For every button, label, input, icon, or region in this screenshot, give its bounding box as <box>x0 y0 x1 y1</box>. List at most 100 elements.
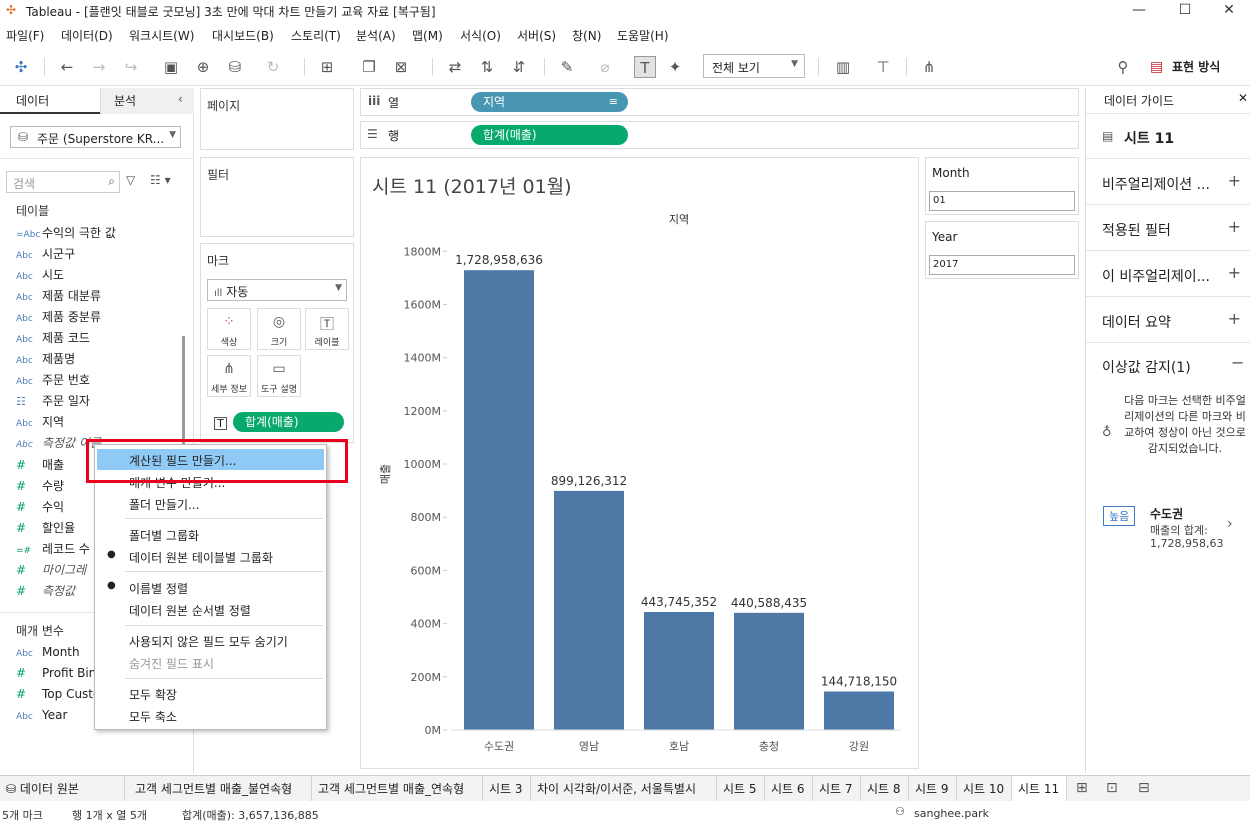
parameter-item[interactable]: # Top Custo <box>16 684 100 704</box>
filter-icon[interactable]: ▽ <box>126 173 135 187</box>
label-button[interactable]: 🅃 레이블 <box>305 308 349 350</box>
marks-label-pill[interactable]: 합계(매출) <box>233 412 344 432</box>
field-item[interactable]: Abc 시도 <box>16 265 64 285</box>
clear-sheet-icon[interactable]: ⊠ <box>390 56 412 78</box>
field-item[interactable]: =Abc 수익의 극한 값 <box>16 223 116 243</box>
menu-item-expand-all[interactable]: 모두 확장 <box>129 686 177 703</box>
view-size-select[interactable]: 전체 보기 ▼ <box>703 54 805 78</box>
tableau-home-icon[interactable]: ✣ <box>10 56 32 78</box>
sheet-tab[interactable]: 고객 세그먼트별 매출_불연속형 <box>129 776 312 802</box>
sheet-tab[interactable]: 시트 8 <box>861 776 909 802</box>
menu-analysis[interactable]: 분석(A) <box>356 27 396 44</box>
outlier-name[interactable]: 수도권 <box>1150 505 1183 522</box>
parameter-item[interactable]: Abc Year <box>16 705 67 725</box>
field-item[interactable]: # 마이그레 <box>16 560 86 580</box>
redo-icon[interactable]: → <box>88 56 110 78</box>
menu-worksheet[interactable]: 워크시트(W) <box>129 27 194 44</box>
show-labels-icon[interactable]: T <box>634 56 656 78</box>
month-input[interactable]: 01 <box>929 191 1075 211</box>
menu-dashboard[interactable]: 대시보드(B) <box>212 27 274 44</box>
size-button[interactable]: ◎ 크기 <box>257 308 301 350</box>
field-item[interactable]: =# 레코드 수 <box>16 539 90 559</box>
tab-data[interactable]: 데이터 <box>16 92 49 109</box>
parameter-item[interactable]: # Profit Bin <box>16 663 96 683</box>
undo-icon[interactable]: ← <box>56 56 78 78</box>
close-button[interactable]: ✕ <box>1206 0 1250 22</box>
sheet-tab-active[interactable]: 시트 11 <box>1012 776 1067 802</box>
pause-updates-icon[interactable]: ⛁ <box>224 56 246 78</box>
menu-item-collapse-all[interactable]: 모두 축소 <box>129 708 177 725</box>
sheet-tab[interactable]: 시트 3 <box>483 776 531 802</box>
mark-type-select[interactable]: ıll 자동 ▼ <box>207 279 347 301</box>
menu-window[interactable]: 창(N) <box>572 27 601 44</box>
duplicate-sheet-icon[interactable]: ❐ <box>358 56 380 78</box>
share-icon[interactable]: ⋔ <box>918 56 940 78</box>
new-worksheet-icon[interactable]: ⊞ <box>1076 780 1088 796</box>
guide-row-this-viz[interactable]: 이 비주얼리제이... + <box>1086 251 1250 297</box>
sheet-tab[interactable]: 차이 시각화/이서준, 서울특별시 <box>531 776 717 802</box>
menu-item-sort-by-name[interactable]: 이름별 정렬 <box>129 580 188 597</box>
columns-pill[interactable]: 지역 ≡ <box>471 92 628 112</box>
sheet-tab[interactable]: 시트 9 <box>909 776 957 802</box>
minimize-button[interactable]: — <box>1116 0 1162 22</box>
datasource-select[interactable]: ⛁ 주문 (Superstore KR... ▼ <box>10 126 181 148</box>
pin-icon[interactable]: ⚲ <box>1112 56 1134 78</box>
refresh-icon[interactable]: ↻ <box>262 56 284 78</box>
search-input[interactable]: 검색 ⌕ <box>6 171 120 193</box>
new-story-icon[interactable]: ⊟ <box>1138 780 1150 796</box>
sheet-tab[interactable]: 시트 5 <box>717 776 765 802</box>
new-dashboard-icon[interactable]: ⊡ <box>1106 780 1118 796</box>
filters-shelf[interactable]: 필터 <box>200 157 354 237</box>
show-cards-icon[interactable]: ▥ <box>832 56 854 78</box>
detail-button[interactable]: ⋔ 세부 정보 <box>207 355 251 397</box>
menu-format[interactable]: 서식(O) <box>460 27 501 44</box>
rows-shelf[interactable]: ☰ 행 합계(매출) <box>360 121 1079 149</box>
menu-item-group-by-folder[interactable]: 폴더별 그룹화 <box>129 527 199 544</box>
columns-shelf[interactable]: iii 열 지역 ≡ <box>360 88 1079 116</box>
replay-icon[interactable]: ↪ <box>120 56 142 78</box>
tab-datasource[interactable]: ⛁ 데이터 원본 <box>0 776 125 802</box>
status-user[interactable]: sanghee.park <box>914 807 989 820</box>
highlight-icon[interactable]: ✎ <box>556 56 578 78</box>
maximize-button[interactable]: ☐ <box>1162 0 1208 22</box>
group-icon[interactable]: ⌀ <box>594 56 616 78</box>
show-me-icon[interactable]: ▤ <box>1150 59 1163 75</box>
parameter-item[interactable]: Abc Month <box>16 642 80 662</box>
menu-server[interactable]: 서버(S) <box>517 27 556 44</box>
menu-item-group-by-table[interactable]: 데이터 원본 테이블별 그룹화 <box>129 549 273 566</box>
menu-map[interactable]: 맵(M) <box>412 27 443 44</box>
view-options-icon[interactable]: ☷ ▾ <box>150 173 171 187</box>
show-me-button[interactable]: 표현 방식 <box>1172 58 1220 75</box>
menu-data[interactable]: 데이터(D) <box>61 27 113 44</box>
guide-row-data-summary[interactable]: 데이터 요약 + <box>1086 297 1250 343</box>
collapse-pane-icon[interactable]: ‹ <box>178 92 183 106</box>
field-item[interactable]: # 측정값 <box>16 581 75 601</box>
menu-story[interactable]: 스토리(T) <box>291 27 341 44</box>
close-icon[interactable]: ✕ <box>1238 91 1248 105</box>
fix-axes-icon[interactable]: ✦ <box>664 56 686 78</box>
rows-pill[interactable]: 합계(매출) <box>471 125 628 145</box>
color-button[interactable]: ⁘ 색상 <box>207 308 251 350</box>
field-item[interactable]: Abc 제품 중분류 <box>16 307 101 327</box>
new-datasource-icon[interactable]: ⊕ <box>192 56 214 78</box>
new-worksheet-icon[interactable]: ⊞ <box>316 56 338 78</box>
chevron-right-icon[interactable]: › <box>1227 516 1233 532</box>
save-icon[interactable]: ▣ <box>160 56 182 78</box>
sheet-tab[interactable]: 시트 10 <box>957 776 1012 802</box>
field-item[interactable]: Abc 제품 코드 <box>16 328 90 348</box>
field-item[interactable]: Abc 제품 대분류 <box>16 286 101 306</box>
field-item[interactable]: # 수익 <box>16 497 64 517</box>
field-item[interactable]: ☷ 주문 일자 <box>16 391 90 411</box>
guide-row-outliers[interactable]: 이상값 감지(1) − <box>1086 343 1250 383</box>
sort-ascending-icon[interactable]: ⇅ <box>476 56 498 78</box>
pages-shelf[interactable]: 페이지 <box>200 88 354 150</box>
field-item[interactable]: Abc 주문 번호 <box>16 370 90 390</box>
guide-row-visualization[interactable]: 비주얼리제이션 ... + <box>1086 159 1250 205</box>
sheet-tab[interactable]: 시트 6 <box>765 776 813 802</box>
sheet-tab[interactable]: 시트 7 <box>813 776 861 802</box>
field-item[interactable]: Abc 시군구 <box>16 244 75 264</box>
menu-item-create-folder[interactable]: 폴더 만들기... <box>129 496 199 513</box>
field-item[interactable]: Abc 제품명 <box>16 349 75 369</box>
presentation-mode-icon[interactable]: ⊤ <box>872 56 894 78</box>
guide-row-filters[interactable]: 적용된 필터 + <box>1086 205 1250 251</box>
